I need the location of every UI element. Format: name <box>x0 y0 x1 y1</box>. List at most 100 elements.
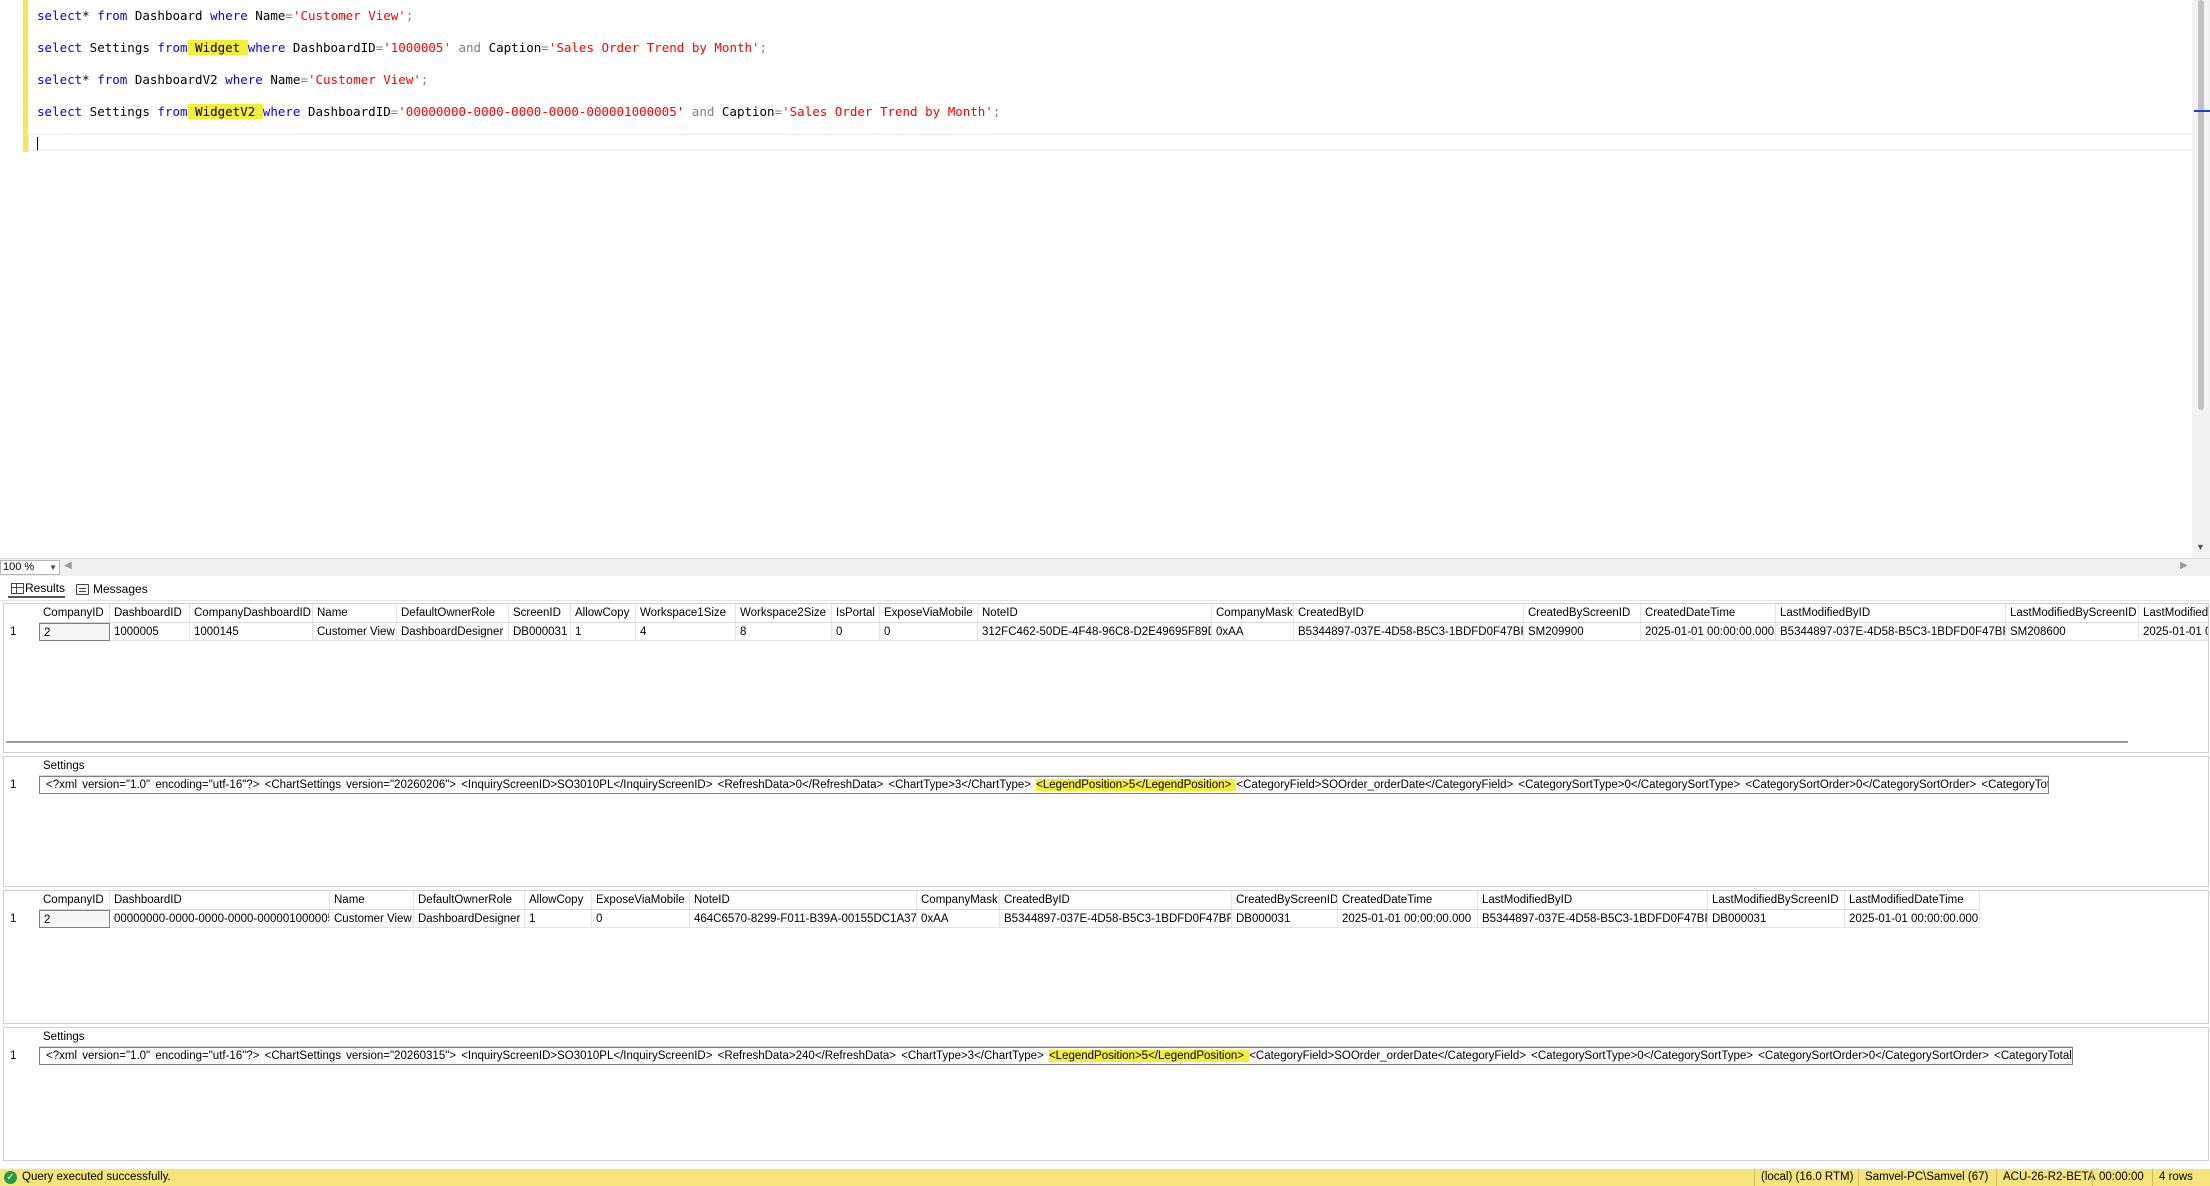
column-header[interactable]: CreatedDateTime <box>1641 604 1776 623</box>
scrollbar-thumb[interactable] <box>2198 0 2204 410</box>
horizontal-scrollbar[interactable] <box>6 741 2128 743</box>
table-cell[interactable]: 0 <box>832 623 880 641</box>
column-header[interactable]: DefaultOwnerRole <box>397 604 509 623</box>
tab-results[interactable]: Results <box>8 580 66 598</box>
table-cell[interactable]: SM208600 <box>2006 623 2139 641</box>
column-header[interactable]: DefaultOwnerRole <box>414 891 525 910</box>
table-cell[interactable]: 464C6570-8299-F011-B39A-00155DC1A371 <box>690 910 917 928</box>
settings-xml-cell[interactable]: <?xml version="1.0" encoding="utf-16"?> … <box>39 776 2049 794</box>
settings-xml-cell[interactable]: <?xml version="1.0" encoding="utf-16"?> … <box>39 1047 2073 1065</box>
column-header[interactable]: IsPortal <box>832 604 880 623</box>
column-header[interactable]: LastModifiedDateTime <box>1845 891 1980 910</box>
column-header-settings[interactable]: Settings <box>39 757 2049 776</box>
table-cell[interactable]: 1 <box>525 910 592 928</box>
table-cell[interactable]: 2 <box>39 910 110 928</box>
column-header[interactable]: CompanyDashboardID <box>190 604 313 623</box>
code-token: 'Sales Order Trend by Month' <box>548 40 760 55</box>
tab-messages[interactable]: Messages <box>76 580 148 598</box>
code-token: Caption <box>481 40 542 55</box>
column-header[interactable]: LastModifiedByID <box>1776 604 2006 623</box>
result-grid-1[interactable]: CompanyID DashboardID CompanyDashboardID Na… <box>3 603 2209 753</box>
code-line[interactable]: select Settings from Widget where Dashbo… <box>37 40 767 56</box>
table-cell[interactable]: 0 <box>592 910 690 928</box>
table-cell[interactable]: 1 <box>571 623 636 641</box>
table-cell[interactable]: 2025-01-01 00:00:00.000 <box>1641 623 1776 641</box>
result-grid-2[interactable]: Settings 1 <?xml version="1.0" encoding=… <box>3 756 2209 887</box>
code-token: ; <box>420 72 429 87</box>
highlighted-legend-position: <LegendPosition>5</LegendPosition> <box>1036 779 1237 791</box>
code-token: = <box>285 8 293 23</box>
column-header[interactable]: Workspace1Size <box>636 604 736 623</box>
code-line[interactable]: select Settings from WidgetV2 where Dash… <box>37 104 1000 120</box>
result-grid-4[interactable]: Settings 1 <?xml version="1.0" encoding=… <box>3 1027 2209 1161</box>
query-editor[interactable]: select* from Dashboard where Name='Custo… <box>0 0 2210 558</box>
zoom-select[interactable]: 100 % ▼ <box>0 560 60 575</box>
column-header[interactable]: Name <box>313 604 397 623</box>
scroll-right-arrow-icon[interactable]: ▶ <box>2180 560 2188 571</box>
column-header[interactable]: AllowCopy <box>571 604 636 623</box>
code-token: where <box>210 8 248 23</box>
column-header[interactable]: CreatedByScreenID <box>1524 604 1641 623</box>
column-header[interactable]: NoteID <box>690 891 917 910</box>
column-header[interactable]: CompanyID <box>39 604 110 623</box>
code-token: where <box>262 104 301 119</box>
scroll-left-arrow-icon[interactable]: ◀ <box>64 560 72 571</box>
table-cell[interactable]: Customer View <box>330 910 414 928</box>
messages-icon <box>76 583 89 595</box>
table-cell[interactable]: 8 <box>736 623 832 641</box>
table-cell[interactable]: B5344897-037E-4D58-B5C3-1BDFD0F47BF9 <box>1478 910 1708 928</box>
table-cell[interactable]: 00000000-0000-0000-0000-000001000005 <box>110 910 330 928</box>
code-token: DashboardID <box>300 104 391 119</box>
column-header[interactable]: LastModifiedByScreenID <box>2006 604 2139 623</box>
table-cell[interactable]: B5344897-037E-4D58-B5C3-1BDFD0F47BF9 <box>1294 623 1524 641</box>
table-cell[interactable]: 312FC462-50DE-4F48-96C8-D2E49695F89D <box>978 623 1212 641</box>
table-cell[interactable]: B5344897-037E-4D58-B5C3-1BDFD0F47BF9 <box>1776 623 2006 641</box>
column-header[interactable]: CreatedByID <box>1000 891 1232 910</box>
code-token: select <box>37 8 83 23</box>
editor-vertical-scrollbar[interactable]: ▼ <box>2192 0 2210 558</box>
column-header[interactable]: LastModifiedByScreenID <box>1708 891 1845 910</box>
table-cell[interactable]: DB000031 <box>509 623 571 641</box>
result-grid-3[interactable]: CompanyID DashboardID Name DefaultOwnerRole… <box>3 890 2209 1024</box>
table-cell[interactable]: 0xAA <box>1212 623 1294 641</box>
table-cell[interactable]: DashboardDesigner <box>414 910 525 928</box>
column-header[interactable]: CompanyMask <box>1212 604 1294 623</box>
table-cell[interactable]: B5344897-037E-4D58-B5C3-1BDFD0F47BF9 <box>1000 910 1232 928</box>
table-cell[interactable]: 4 <box>636 623 736 641</box>
column-header-settings[interactable]: Settings <box>39 1028 2073 1047</box>
table-cell[interactable]: 0xAA <box>917 910 1000 928</box>
column-header[interactable]: ExposeViaMobile <box>592 891 690 910</box>
column-header[interactable]: CreatedDateTime <box>1338 891 1478 910</box>
code-token: Settings <box>82 104 158 119</box>
column-header[interactable]: DashboardID <box>110 604 190 623</box>
table-cell[interactable]: DashboardDesigner <box>397 623 509 641</box>
column-header[interactable]: CreatedByScreenID <box>1232 891 1338 910</box>
sql-code[interactable]: select* from Dashboard where Name='Custo… <box>37 8 1000 119</box>
code-line[interactable]: select* from Dashboard where Name='Custo… <box>37 8 413 24</box>
column-header[interactable]: AllowCopy <box>525 891 592 910</box>
table-cell[interactable]: DB000031 <box>1708 910 1845 928</box>
table-cell[interactable]: SM209900 <box>1524 623 1641 641</box>
column-header[interactable]: CompanyID <box>39 891 110 910</box>
column-header[interactable]: CreatedByID <box>1294 604 1524 623</box>
table-cell[interactable]: Customer View <box>313 623 397 641</box>
table-cell[interactable]: DB000031 <box>1232 910 1338 928</box>
column-header[interactable]: Workspace2Size <box>736 604 832 623</box>
column-header[interactable]: Name <box>330 891 414 910</box>
table-cell[interactable]: 1000005 <box>110 623 190 641</box>
scroll-down-arrow-icon[interactable]: ▼ <box>2196 542 2205 552</box>
column-header[interactable]: DashboardID <box>110 891 330 910</box>
column-header[interactable]: ScreenID <box>509 604 571 623</box>
table-cell[interactable]: 2 <box>39 623 110 641</box>
table-cell[interactable]: 1000145 <box>190 623 313 641</box>
table-cell[interactable]: 2025-01-01 00:00:00.000 <box>1338 910 1478 928</box>
table-cell[interactable]: 2025-01-01 00:00:00.000 <box>1845 910 1980 928</box>
table-cell[interactable]: 2025-01-01 0 <box>2139 623 2208 641</box>
table-cell[interactable]: 0 <box>880 623 978 641</box>
column-header[interactable]: NoteID <box>978 604 1212 623</box>
code-line[interactable]: select* from DashboardV2 where Name='Cus… <box>37 72 428 88</box>
column-header[interactable]: ExposeViaMobile <box>880 604 978 623</box>
column-header[interactable]: LastModifiedByID <box>1478 891 1708 910</box>
column-header[interactable]: CompanyMask <box>917 891 1000 910</box>
column-header[interactable]: LastModifiedD <box>2139 604 2208 623</box>
